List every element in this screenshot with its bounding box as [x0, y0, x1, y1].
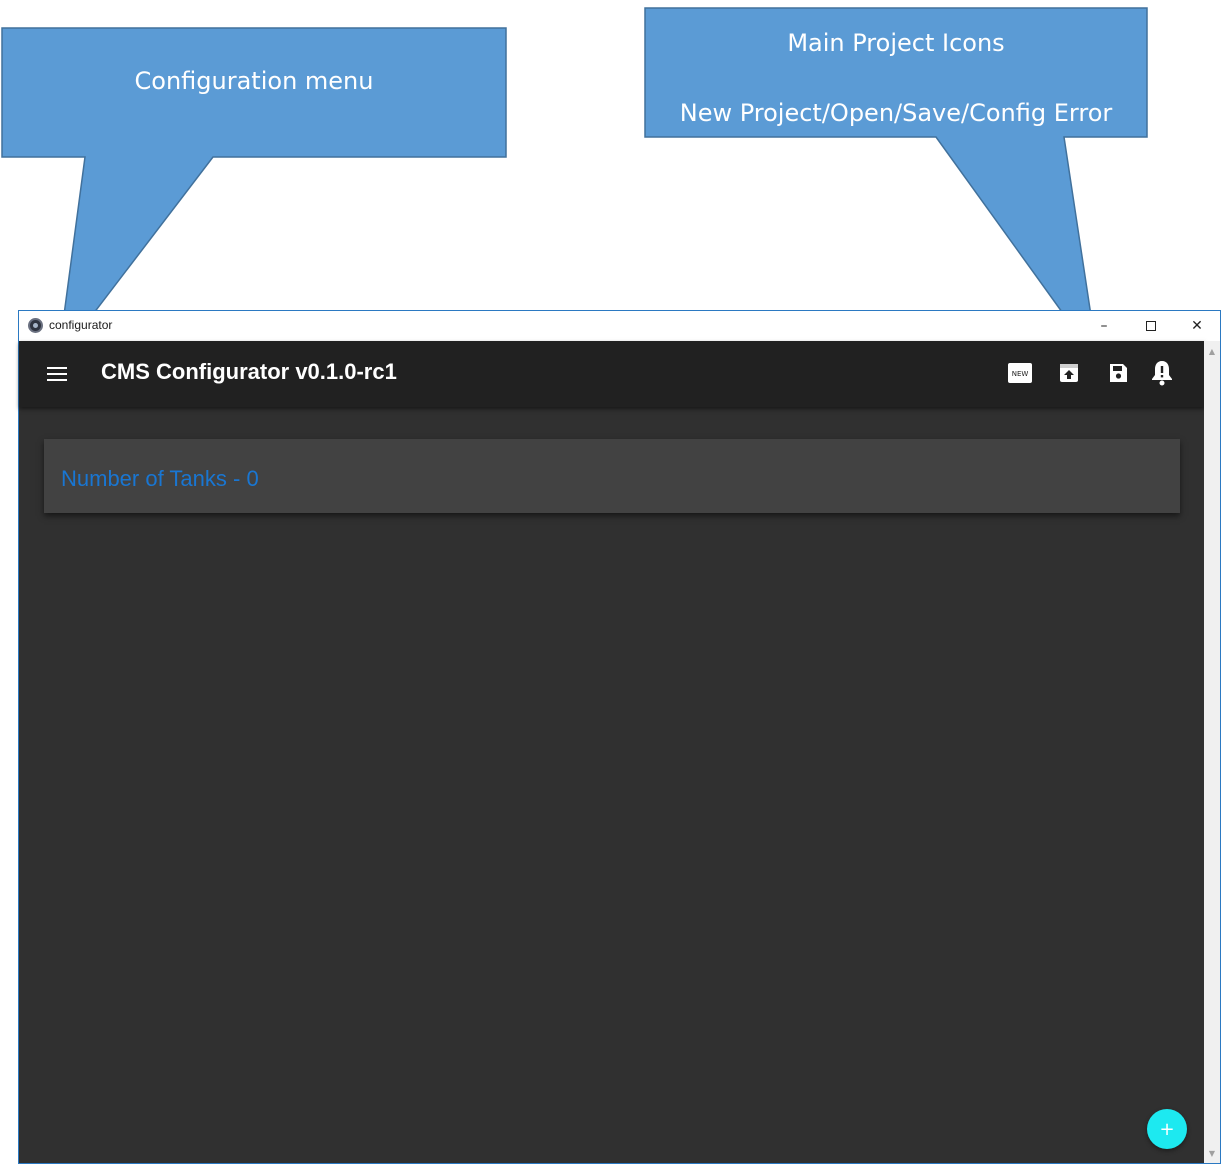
window-titlebar: configurator – ✕ [19, 311, 1220, 341]
scroll-down-icon[interactable]: ▼ [1204, 1145, 1220, 1161]
minimize-button[interactable]: – [1081, 311, 1127, 341]
add-tank-button[interactable]: + [1147, 1109, 1187, 1149]
scroll-up-icon[interactable]: ▲ [1204, 343, 1220, 359]
maximize-button[interactable] [1128, 311, 1174, 341]
callout-project-icons-subtitle: New Project/Open/Save/Config Error [679, 99, 1113, 127]
number-of-tanks-label: Number of Tanks - 0 [61, 466, 259, 491]
open-icon[interactable] [1056, 360, 1082, 386]
callout-config-menu-text: Configuration menu [134, 67, 374, 95]
config-error-icon[interactable] [1149, 360, 1175, 386]
close-button[interactable]: ✕ [1174, 311, 1220, 341]
window-title: configurator [49, 318, 113, 332]
callout-project-icons-shape [644, 7, 1148, 363]
menu-icon[interactable] [47, 367, 67, 381]
new-project-icon[interactable]: NEW [1007, 360, 1033, 386]
tanks-card[interactable]: Number of Tanks - 0 [44, 439, 1180, 513]
vertical-scrollbar[interactable]: ▲ ▼ [1204, 341, 1220, 1163]
save-icon[interactable] [1105, 360, 1131, 386]
maximize-icon [1146, 321, 1156, 331]
app-window: configurator – ✕ CMS Configurator v0.1.0… [18, 310, 1221, 1164]
callout-project-icons-title: Main Project Icons [787, 29, 1005, 57]
app-bar: CMS Configurator v0.1.0-rc1 NEW [19, 341, 1205, 407]
app-logo-icon [28, 318, 43, 333]
app-title: CMS Configurator v0.1.0-rc1 [101, 359, 397, 384]
new-badge-text: NEW [1012, 370, 1029, 378]
